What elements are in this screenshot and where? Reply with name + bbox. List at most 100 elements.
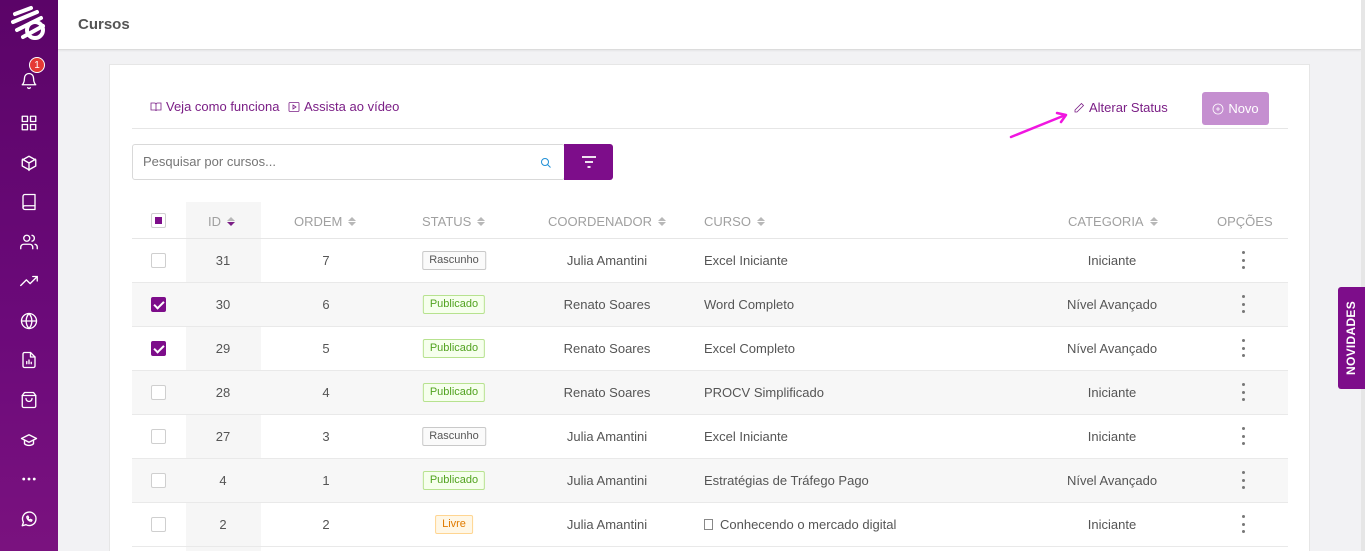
sidebar-item-whatsapp[interactable] bbox=[17, 507, 41, 531]
table-row[interactable]: 29 5 Publicado Renato Soares Excel Completo N… bbox=[132, 327, 1288, 371]
cell-coordenador: Julia Amantini bbox=[566, 253, 648, 268]
alter-status-button[interactable]: Alterar Status bbox=[1073, 100, 1168, 115]
cell-curso-label: Excel Iniciante bbox=[704, 429, 788, 444]
window-scrollbar[interactable] bbox=[1361, 0, 1365, 551]
row-checkbox[interactable] bbox=[151, 429, 166, 444]
app-logo[interactable] bbox=[9, 4, 49, 44]
new-course-button[interactable]: Novo bbox=[1202, 92, 1269, 125]
row-options-icon[interactable] bbox=[1240, 515, 1246, 533]
cell-categoria: Iniciante bbox=[1087, 253, 1137, 268]
cell-id: 27 bbox=[215, 429, 231, 444]
bell-icon bbox=[21, 72, 37, 90]
watch-video-link[interactable]: Assista ao vídeo bbox=[288, 99, 399, 114]
sidebar-item-site[interactable] bbox=[17, 309, 41, 333]
column-header-status-label: STATUS bbox=[422, 214, 472, 229]
cell-id: 29 bbox=[215, 341, 231, 356]
column-header-curso[interactable]: CURSO bbox=[704, 214, 765, 229]
cell-curso-label: PROCV Simplificado bbox=[704, 385, 824, 400]
open-book-icon bbox=[150, 102, 162, 111]
more-icon bbox=[22, 477, 36, 481]
document-icon bbox=[704, 519, 713, 530]
row-options-icon[interactable] bbox=[1240, 295, 1246, 313]
trending-icon bbox=[20, 275, 38, 287]
row-options-icon[interactable] bbox=[1240, 251, 1246, 269]
sort-icon bbox=[658, 217, 667, 226]
table-row[interactable]: 28 4 Publicado Renato Soares PROCV Simplific… bbox=[132, 371, 1288, 415]
search-input[interactable] bbox=[143, 154, 523, 169]
filter-icon bbox=[581, 156, 596, 168]
header-divider bbox=[132, 128, 1288, 129]
top-bar: Cursos bbox=[58, 0, 1361, 50]
sidebar-item-more[interactable] bbox=[17, 467, 41, 491]
cell-ordem: 3 bbox=[322, 429, 330, 444]
column-header-curso-label: CURSO bbox=[704, 214, 751, 229]
sort-icon bbox=[227, 217, 235, 226]
alter-status-label: Alterar Status bbox=[1089, 100, 1168, 115]
sidebar-item-academy[interactable] bbox=[17, 428, 41, 452]
cell-curso-label: Conhecendo o mercado digital bbox=[720, 517, 897, 532]
row-checkbox[interactable] bbox=[151, 385, 166, 400]
new-course-label: Novo bbox=[1228, 101, 1259, 116]
search-icon[interactable] bbox=[540, 156, 552, 168]
cell-curso-label: Word Completo bbox=[704, 297, 795, 312]
column-header-ordem[interactable]: ORDEM bbox=[294, 214, 357, 229]
row-checkbox[interactable] bbox=[151, 473, 166, 488]
cell-curso-label: Excel Iniciante bbox=[704, 253, 788, 268]
how-it-works-link[interactable]: Veja como funciona bbox=[150, 99, 279, 114]
table-row[interactable]: 30 6 Publicado Renato Soares Word Completo Ní… bbox=[132, 283, 1288, 327]
sidebar-item-products[interactable] bbox=[17, 151, 41, 175]
cell-coordenador: Julia Amantini bbox=[566, 473, 648, 488]
sidebar-item-documents[interactable] bbox=[17, 348, 41, 372]
status-badge: Publicado bbox=[422, 471, 486, 490]
column-header-opcoes-label: OPÇÕES bbox=[1217, 214, 1273, 229]
cell-categoria: Nível Avançado bbox=[1066, 297, 1158, 312]
annotation-arrow bbox=[1009, 111, 1068, 139]
notifications-button[interactable]: 1 bbox=[17, 57, 45, 93]
status-badge: Livre bbox=[435, 515, 473, 534]
courses-table: ID ORDEM STATUS COORDENADOR CURSO CATEGO… bbox=[132, 202, 1288, 551]
sidebar-item-store[interactable] bbox=[17, 388, 41, 412]
report-icon bbox=[22, 351, 36, 369]
search-box bbox=[132, 144, 565, 180]
row-options-icon[interactable] bbox=[1240, 339, 1246, 357]
cell-ordem: 7 bbox=[322, 253, 330, 268]
novidades-label: NOVIDADES bbox=[1344, 300, 1359, 376]
cell-coordenador: Julia Amantini bbox=[566, 429, 648, 444]
row-checkbox[interactable] bbox=[151, 297, 166, 312]
column-header-coordenador-label: COORDENADOR bbox=[548, 214, 653, 229]
status-badge: Rascunho bbox=[422, 427, 486, 446]
cell-id: 30 bbox=[215, 297, 231, 312]
column-header-id[interactable]: ID bbox=[208, 214, 235, 229]
row-checkbox[interactable] bbox=[151, 341, 166, 356]
select-all-checkbox[interactable] bbox=[151, 213, 166, 228]
sidebar-item-reports[interactable] bbox=[17, 269, 41, 293]
row-checkbox[interactable] bbox=[151, 253, 166, 268]
sidebar-item-courses[interactable] bbox=[17, 190, 41, 214]
cell-coordenador: Renato Soares bbox=[563, 341, 651, 356]
globe-icon bbox=[20, 312, 38, 330]
filter-button[interactable] bbox=[564, 144, 613, 180]
column-header-status[interactable]: STATUS bbox=[422, 214, 486, 229]
row-checkbox[interactable] bbox=[151, 517, 166, 532]
sidebar-item-dashboard[interactable] bbox=[17, 111, 41, 135]
table-row[interactable]: 27 3 Rascunho Julia Amantini Excel Iniciante… bbox=[132, 415, 1288, 459]
column-header-categoria-label: CATEGORIA bbox=[1068, 214, 1144, 229]
row-options-icon[interactable] bbox=[1240, 427, 1246, 445]
status-badge: Rascunho bbox=[422, 251, 486, 270]
row-options-icon[interactable] bbox=[1240, 383, 1246, 401]
row-options-icon[interactable] bbox=[1240, 471, 1246, 489]
novidades-tab[interactable]: NOVIDADES bbox=[1338, 287, 1365, 389]
column-header-coordenador[interactable]: COORDENADOR bbox=[548, 214, 667, 229]
cell-ordem: 1 bbox=[322, 473, 330, 488]
table-row[interactable]: 31 7 Rascunho Julia Amantini Excel Iniciante… bbox=[132, 239, 1288, 283]
cell-ordem: 6 bbox=[322, 297, 330, 312]
table-row[interactable]: 2 2 Livre Julia Amantini Conhecendo o mercad… bbox=[132, 503, 1288, 547]
cell-ordem: 2 bbox=[322, 517, 330, 532]
plus-circle-icon bbox=[1212, 103, 1224, 114]
cell-categoria: Iniciante bbox=[1087, 429, 1137, 444]
column-header-categoria[interactable]: CATEGORIA bbox=[1068, 214, 1158, 229]
sidebar-item-users[interactable] bbox=[17, 230, 41, 254]
table-row[interactable]: 4 1 Publicado Julia Amantini Estratégias de … bbox=[132, 459, 1288, 503]
table-header: ID ORDEM STATUS COORDENADOR CURSO CATEGO… bbox=[132, 202, 1288, 239]
courses-card: Veja como funciona Assista ao vídeo Alte… bbox=[109, 64, 1310, 551]
